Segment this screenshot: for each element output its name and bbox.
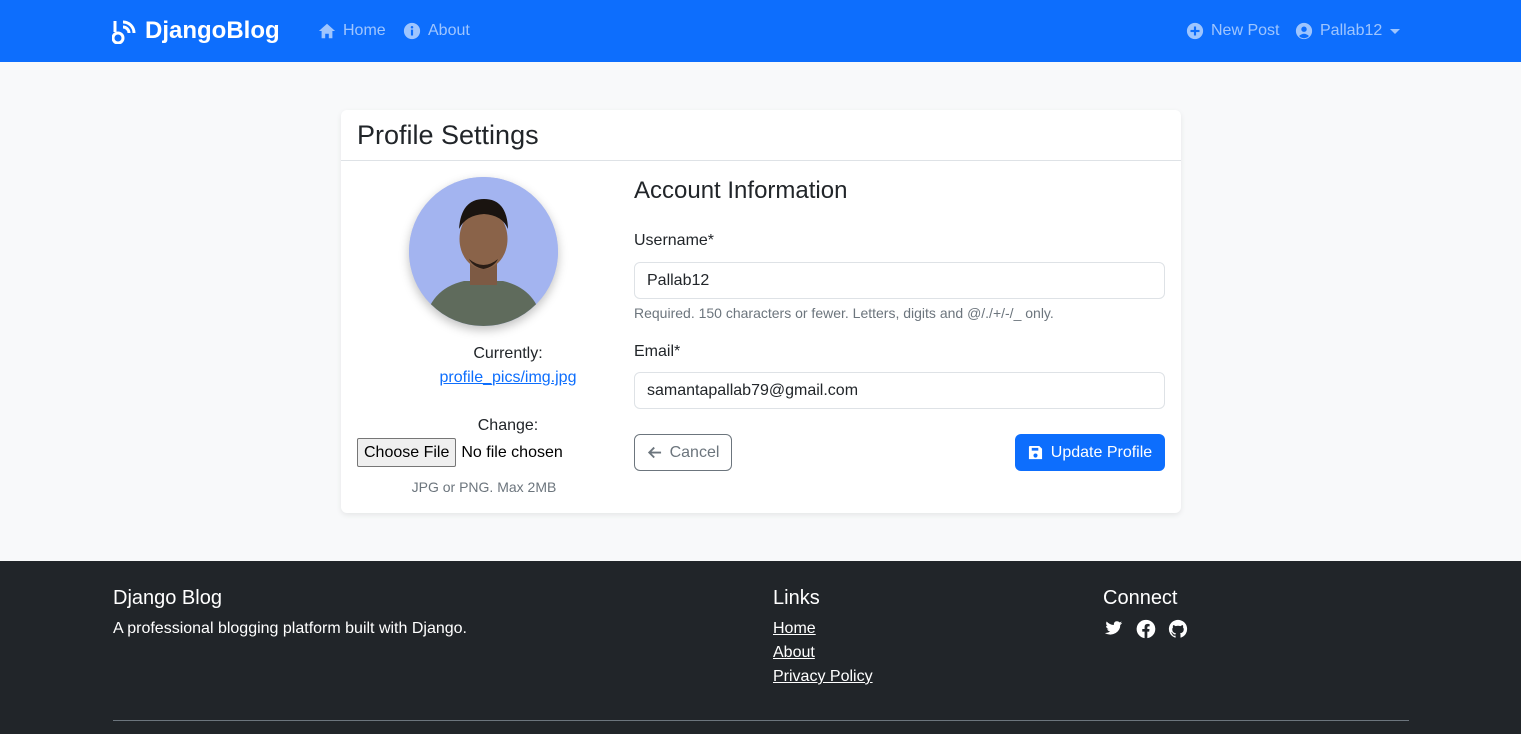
brand-link[interactable]: DjangoBlog bbox=[112, 16, 280, 46]
footer-brand-title: Django Blog bbox=[113, 587, 222, 609]
username-help-text: Required. 150 characters or fewer. Lette… bbox=[634, 305, 1054, 321]
footer-link-about[interactable]: About bbox=[773, 644, 815, 662]
cancel-button[interactable]: Cancel bbox=[634, 434, 732, 471]
chevron-down-icon bbox=[1390, 28, 1401, 34]
footer-link-privacy-policy[interactable]: Privacy Policy bbox=[773, 668, 873, 686]
twitter-icon bbox=[1104, 621, 1123, 635]
email-value: samantapallab79@gmail.com bbox=[647, 381, 859, 399]
info-icon bbox=[403, 22, 421, 40]
nav-home-label: Home bbox=[343, 22, 386, 39]
github-icon bbox=[1168, 619, 1188, 638]
file-hint-text: JPG or PNG. Max 2MB bbox=[411, 479, 557, 495]
nav-new-post-label: New Post bbox=[1211, 22, 1280, 39]
email-input[interactable]: samantapallab79@gmail.com bbox=[634, 372, 1165, 409]
card-header: Profile Settings bbox=[341, 110, 1181, 161]
nav-about-label: About bbox=[428, 22, 470, 39]
nav-about-link[interactable]: About bbox=[403, 20, 470, 42]
navbar: DjangoBlog Home About New Post Pallab12 bbox=[0, 0, 1521, 62]
section-title: Account Information bbox=[634, 177, 848, 204]
profile-settings-card: Profile Settings Currently: profile_pics… bbox=[341, 110, 1181, 513]
choose-file-button[interactable]: Choose File bbox=[357, 438, 457, 467]
current-file-name: profile_pics/img.jpg bbox=[439, 369, 577, 386]
update-profile-button[interactable]: Update Profile bbox=[1015, 434, 1165, 471]
user-name-label: Pallab12 bbox=[1320, 22, 1383, 39]
page-title: Profile Settings bbox=[357, 120, 539, 150]
change-label: Change: bbox=[477, 417, 539, 434]
nav-home-link[interactable]: Home bbox=[318, 20, 386, 42]
update-profile-label: Update Profile bbox=[1050, 443, 1153, 461]
save-icon bbox=[1028, 445, 1042, 460]
home-icon bbox=[318, 23, 336, 39]
twitter-link[interactable] bbox=[1103, 619, 1123, 639]
facebook-icon bbox=[1136, 619, 1156, 639]
brand-name: DjangoBlog bbox=[145, 17, 280, 44]
footer: Django Blog A professional blogging plat… bbox=[0, 561, 1521, 734]
footer-description: A professional blogging platform built w… bbox=[113, 620, 467, 637]
plus-circle-icon bbox=[1186, 22, 1204, 40]
footer-connect-title: Connect bbox=[1103, 587, 1178, 609]
user-circle-icon bbox=[1295, 22, 1313, 40]
current-file-link[interactable]: profile_pics/img.jpg bbox=[341, 369, 675, 387]
footer-links-title: Links bbox=[773, 587, 820, 609]
arrow-left-icon bbox=[647, 446, 661, 459]
nav-new-post-link[interactable]: New Post bbox=[1186, 20, 1279, 42]
file-input[interactable]: Choose File No file chosen bbox=[357, 438, 563, 467]
username-input[interactable]: Pallab12 bbox=[634, 262, 1165, 299]
user-dropdown-toggle[interactable]: Pallab12 bbox=[1295, 20, 1401, 42]
avatar bbox=[409, 177, 558, 326]
cancel-label: Cancel bbox=[669, 443, 720, 461]
email-label: Email* bbox=[634, 343, 681, 360]
username-label: Username* bbox=[634, 232, 715, 249]
blog-logo-icon bbox=[112, 20, 136, 44]
profile-photo bbox=[409, 177, 558, 326]
footer-divider bbox=[113, 720, 1409, 721]
username-value: Pallab12 bbox=[647, 271, 710, 289]
currently-label: Currently: bbox=[473, 345, 543, 362]
facebook-link[interactable] bbox=[1136, 619, 1156, 639]
file-status-text: No file chosen bbox=[461, 443, 563, 461]
footer-link-home[interactable]: Home bbox=[773, 620, 816, 638]
github-link[interactable] bbox=[1168, 619, 1188, 639]
